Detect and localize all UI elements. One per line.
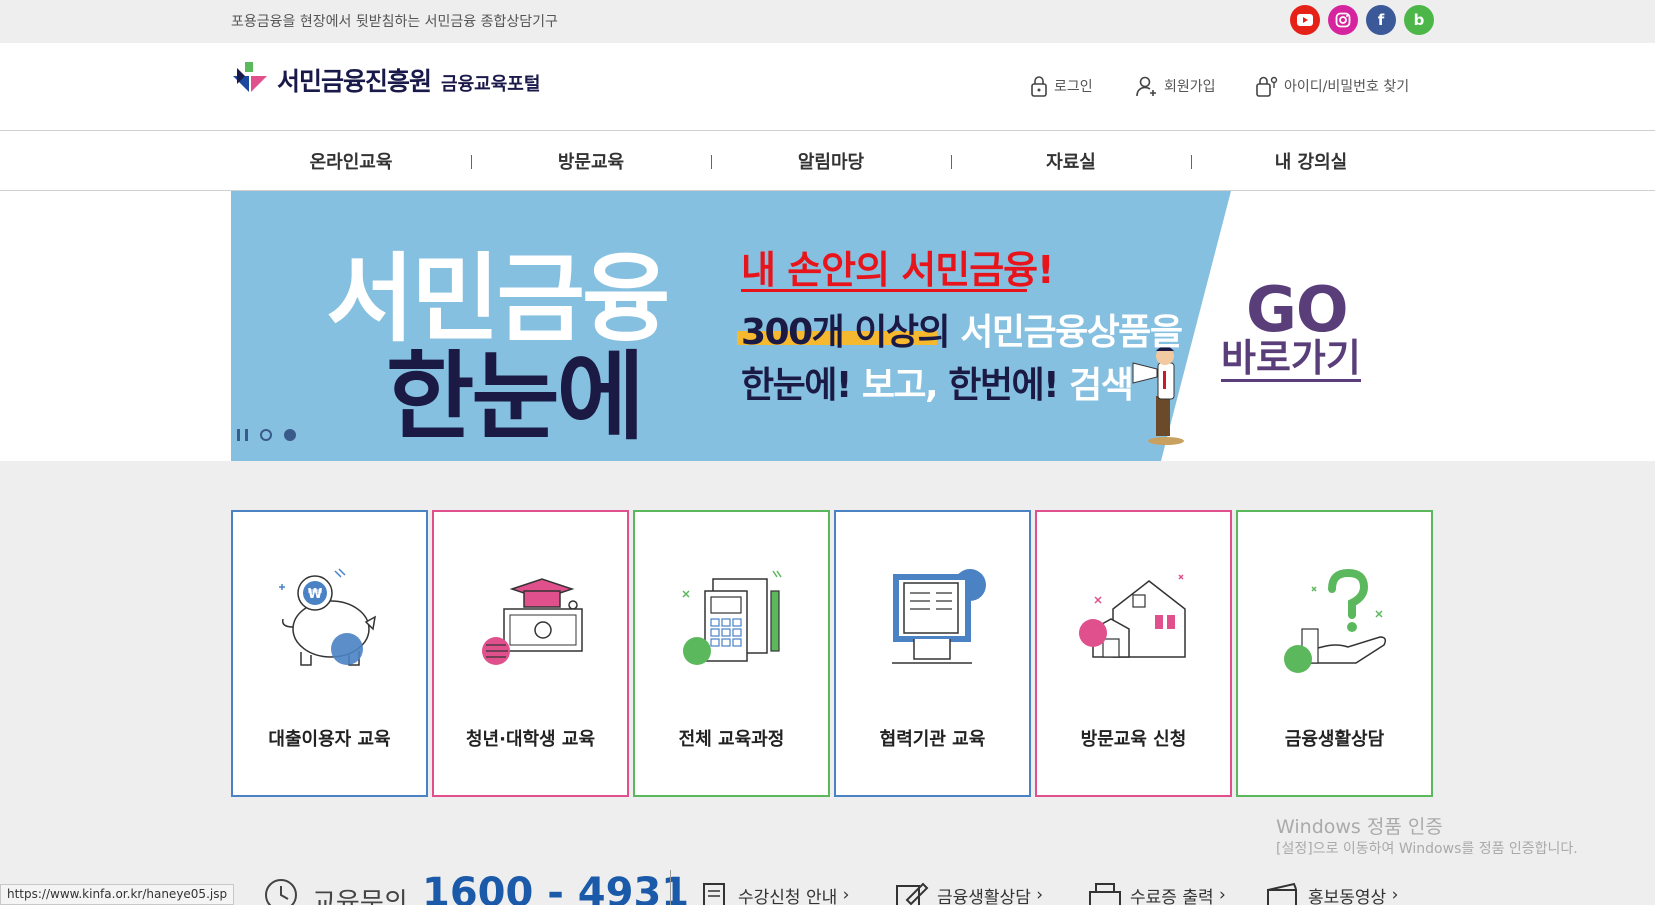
card-label: 대출이용자 교육 xyxy=(268,729,391,750)
contact-phone[interactable]: 1600 - 4931 xyxy=(422,870,689,905)
nav-library[interactable]: 자료실 xyxy=(951,131,1191,191)
question-hand-icon xyxy=(1284,568,1387,673)
banner-line-3: 한눈에! 보고, 한번에! 검색 xyxy=(741,365,1134,406)
house-icon xyxy=(1079,574,1186,658)
social-links: f b xyxy=(1290,5,1434,35)
user-add-icon xyxy=(1136,76,1156,97)
quick-certificate-print[interactable]: 수료증 출력 › xyxy=(1088,882,1226,905)
facebook-icon[interactable]: f xyxy=(1366,5,1396,35)
find-label: 아이디/비밀번호 찾기 xyxy=(1284,79,1410,95)
piggy-bank-icon: ₩ xyxy=(279,568,376,666)
nav-online-education[interactable]: 온라인교육 xyxy=(231,131,471,191)
join-label: 회원가입 xyxy=(1164,79,1216,95)
quick-menu-cards: ₩ 대출이용자 교육 청년·대학생 교육 전체 교육과정 협력기관 교육 방문교… xyxy=(231,510,1433,797)
windows-activation-title: Windows 정품 인증 xyxy=(1276,816,1443,838)
card-partner-education[interactable]: 협력기관 교육 xyxy=(834,510,1031,797)
card-label: 방문교육 신청 xyxy=(1080,729,1187,750)
logo-sub: 금융교육포털 xyxy=(441,74,541,95)
card-label: 협력기관 교육 xyxy=(879,729,986,750)
join-link[interactable]: 회원가입 xyxy=(1136,75,1216,97)
card-all-courses[interactable]: 전체 교육과정 xyxy=(633,510,830,797)
nav-visit-education[interactable]: 방문교육 xyxy=(471,131,711,191)
clock-icon xyxy=(265,879,297,905)
slide-dot-2[interactable] xyxy=(284,429,296,441)
youtube-icon[interactable] xyxy=(1290,5,1320,35)
banner-controls xyxy=(237,429,296,441)
printer-icon xyxy=(1089,883,1121,905)
logo-name: 서민금융진흥원 xyxy=(277,67,432,96)
lock-icon xyxy=(1031,76,1047,97)
card-label: 전체 교육과정 xyxy=(678,729,785,750)
banner-title-2: 한눈에 xyxy=(386,341,645,453)
card-youth-student-education[interactable]: 청년·대학생 교육 xyxy=(432,510,629,797)
card-loan-user-education[interactable]: ₩ 대출이용자 교육 xyxy=(231,510,428,797)
document-hand-icon xyxy=(892,569,986,664)
find-account-link[interactable]: 아이디/비밀번호 찾기 xyxy=(1256,75,1409,97)
banner-line-2: 300개 이상의 서민금융상품을 xyxy=(741,312,1183,353)
main-nav: 온라인교육 방문교육 알림마당 자료실 내 강의실 xyxy=(0,131,1655,191)
pencil-note-icon xyxy=(896,882,929,905)
card-visit-education-apply[interactable]: 방문교육 신청 xyxy=(1035,510,1232,797)
quick-promo-video[interactable]: 홍보동영상 › xyxy=(1266,882,1398,905)
divider xyxy=(670,870,671,905)
login-label: 로그인 xyxy=(1054,79,1093,95)
logo-mark-icon xyxy=(231,58,271,98)
login-link[interactable]: 로그인 xyxy=(1030,75,1093,97)
banner-tagline: 내 손안의 서민금융! xyxy=(741,248,1054,292)
banner-section: 서민금융 한눈에 내 손안의 서민금융! 300개 이상의 서민금융상품을 한눈… xyxy=(0,191,1655,461)
nav-my-classroom[interactable]: 내 강의실 xyxy=(1191,131,1431,191)
main-banner[interactable]: 서민금융 한눈에 내 손안의 서민금융! 300개 이상의 서민금융상품을 한눈… xyxy=(231,191,1431,461)
clipboard-icon xyxy=(703,883,725,905)
nav-notice[interactable]: 알림마당 xyxy=(711,131,951,191)
site-logo[interactable]: 서민금융진흥원 금융교육포털 xyxy=(231,58,540,98)
header: 서민금융진흥원 금융교육포털 로그인 회원가입 아이디/비밀번호 찾기 xyxy=(0,43,1655,131)
lock-key-icon xyxy=(1256,76,1278,97)
contact-bar: 교육문의 1600 - 4931 수강신청 안내 › 금융생활상담 › 수료증 … xyxy=(0,870,1655,905)
clapperboard-icon xyxy=(1267,882,1297,905)
slide-dot-1[interactable] xyxy=(260,429,272,441)
card-financial-life-counsel[interactable]: 금융생활상담 xyxy=(1236,510,1433,797)
quick-enroll-guide[interactable]: 수강신청 안내 › xyxy=(700,882,849,905)
svg-text:₩: ₩ xyxy=(308,587,323,602)
graduation-money-icon xyxy=(482,578,583,665)
banner-tagline-underline xyxy=(741,289,1027,292)
contact-label: 교육문의 xyxy=(312,888,408,905)
browser-status-url: https://www.kinfa.or.kr/haneye05.jsp xyxy=(0,884,235,905)
windows-activation-text: [설정]으로 이동하여 Windows를 정품 인증합니다. xyxy=(1276,841,1578,857)
instagram-icon[interactable] xyxy=(1328,5,1358,35)
quick-financial-counsel[interactable]: 금융생활상담 › xyxy=(895,882,1043,905)
blog-icon[interactable]: b xyxy=(1404,5,1434,35)
card-label: 청년·대학생 교육 xyxy=(465,729,596,750)
slogan: 포용금융을 현장에서 뒷받침하는 서민금융 종합상담기구 xyxy=(231,14,558,30)
banner-go-shortcut[interactable]: 바로가기 xyxy=(1221,338,1361,382)
pause-icon[interactable] xyxy=(237,429,248,441)
calculator-icon xyxy=(682,570,782,665)
card-label: 금융생활상담 xyxy=(1284,729,1385,750)
top-bar: 포용금융을 현장에서 뒷받침하는 서민금융 종합상담기구 f b xyxy=(0,0,1655,43)
